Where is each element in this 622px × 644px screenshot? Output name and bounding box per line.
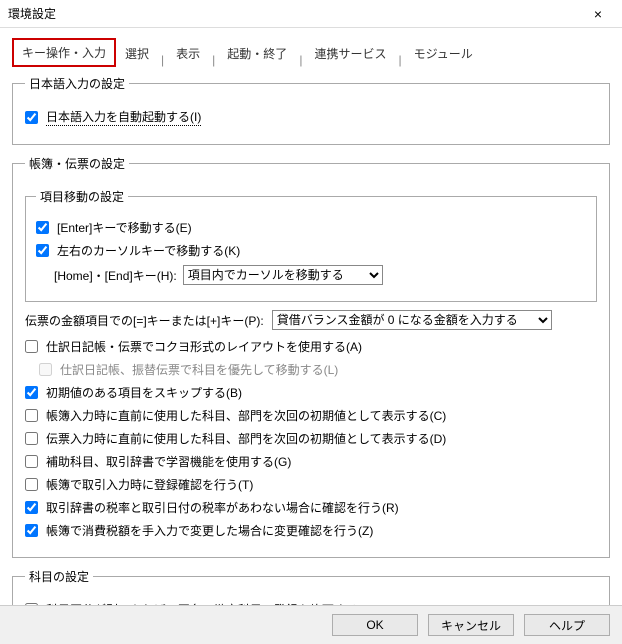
taxrate-confirm-checkbox[interactable] [25, 501, 38, 514]
arrow-move-label[interactable]: 左右のカーソルキーで移動する(K) [36, 242, 586, 259]
book-group: 帳簿・伝票の設定 項目移動の設定 [Enter]キーで移動する(E) 左右のカー… [12, 155, 610, 558]
tab-separator: | [296, 53, 305, 67]
move-group: 項目移動の設定 [Enter]キーで移動する(E) 左右のカーソルキーで移動する… [25, 188, 597, 302]
ok-button[interactable]: OK [332, 614, 418, 636]
enter-move-label[interactable]: [Enter]キーで移動する(E) [36, 219, 586, 236]
ime-autostart-text: 日本語入力を自動起動する(I) [46, 108, 201, 126]
enter-move-checkbox[interactable] [36, 221, 49, 234]
kokuyo-layout-label[interactable]: 仕訳日記帳・伝票でコクヨ形式のレイアウトを使用する(A) [25, 338, 597, 355]
amount-label: 伝票の金額項目での[=]キーまたは[+]キー(P): [25, 312, 264, 329]
prefer-account-text: 仕訳日記帳、振替伝票で科目を優先して移動する(L) [60, 361, 338, 378]
prefer-account-label: 仕訳日記帳、振替伝票で科目を優先して移動する(L) [39, 361, 597, 378]
titlebar: 環境設定 × [0, 0, 622, 28]
slip-last-used-checkbox[interactable] [25, 432, 38, 445]
tab-separator: | [395, 53, 404, 67]
home-end-label: [Home]・[End]キー(H): [54, 267, 177, 284]
kokuyo-layout-checkbox[interactable] [25, 340, 38, 353]
tab-display[interactable]: 表示 [167, 40, 209, 67]
learning-label[interactable]: 補助科目、取引辞書で学習機能を使用する(G) [25, 453, 597, 470]
close-icon[interactable]: × [578, 6, 618, 22]
account-legend: 科目の設定 [25, 568, 93, 585]
move-legend: 項目移動の設定 [36, 188, 128, 205]
home-end-row: [Home]・[End]キー(H): 項目内でカーソルを移動する [36, 265, 586, 285]
taxchange-confirm-text: 帳簿で消費税額を手入力で変更した場合に変更確認を行う(Z) [46, 522, 373, 539]
enter-move-text: [Enter]キーで移動する(E) [57, 219, 192, 236]
learning-text: 補助科目、取引辞書で学習機能を使用する(G) [46, 453, 291, 470]
arrow-move-checkbox[interactable] [36, 244, 49, 257]
tab-separator: | [209, 53, 218, 67]
register-confirm-label[interactable]: 帳簿で取引入力時に登録確認を行う(T) [25, 476, 597, 493]
ime-group: 日本語入力の設定 日本語入力を自動起動する(I) [12, 75, 610, 145]
tab-separator: | [158, 53, 167, 67]
tab-module[interactable]: モジュール [405, 40, 482, 67]
taxrate-confirm-label[interactable]: 取引辞書の税率と取引日付の税率があわない場合に確認を行う(R) [25, 499, 597, 516]
amount-combo[interactable]: 貸借バランス金額が 0 になる金額を入力する [272, 310, 552, 330]
tab-select[interactable]: 選択 [116, 40, 158, 67]
skip-default-checkbox[interactable] [25, 386, 38, 399]
help-button[interactable]: ヘルプ [524, 614, 610, 636]
home-end-combo[interactable]: 項目内でカーソルを移動する [183, 265, 383, 285]
prefer-account-checkbox [39, 363, 52, 376]
ledger-last-used-checkbox[interactable] [25, 409, 38, 422]
cancel-button[interactable]: キャンセル [428, 614, 514, 636]
taxrate-confirm-text: 取引辞書の税率と取引日付の税率があわない場合に確認を行う(R) [46, 499, 399, 516]
ledger-last-used-label[interactable]: 帳簿入力時に直前に使用した科目、部門を次回の初期値として表示する(C) [25, 407, 597, 424]
book-legend: 帳簿・伝票の設定 [25, 155, 129, 172]
ime-legend: 日本語入力の設定 [25, 75, 129, 92]
button-bar: OK キャンセル ヘルプ [0, 605, 622, 644]
learning-checkbox[interactable] [25, 455, 38, 468]
ime-autostart-checkbox[interactable] [25, 111, 38, 124]
amount-row: 伝票の金額項目での[=]キーまたは[+]キー(P): 貸借バランス金額が 0 に… [25, 310, 597, 330]
register-confirm-text: 帳簿で取引入力時に登録確認を行う(T) [46, 476, 253, 493]
slip-last-used-label[interactable]: 伝票入力時に直前に使用した科目、部門を次回の初期値として表示する(D) [25, 430, 597, 447]
window-title: 環境設定 [8, 5, 56, 22]
skip-default-label[interactable]: 初期値のある項目をスキップする(B) [25, 384, 597, 401]
tab-key-input[interactable]: キー操作・入力 [12, 38, 116, 67]
kokuyo-layout-text: 仕訳日記帳・伝票でコクヨ形式のレイアウトを使用する(A) [46, 338, 362, 355]
ledger-last-used-text: 帳簿入力時に直前に使用した科目、部門を次回の初期値として表示する(C) [46, 407, 446, 424]
ime-autostart-label[interactable]: 日本語入力を自動起動する(I) [25, 108, 597, 126]
taxchange-confirm-label[interactable]: 帳簿で消費税額を手入力で変更した場合に変更確認を行う(Z) [25, 522, 597, 539]
slip-last-used-text: 伝票入力時に直前に使用した科目、部門を次回の初期値として表示する(D) [46, 430, 446, 447]
register-confirm-checkbox[interactable] [25, 478, 38, 491]
skip-default-text: 初期値のある項目をスキップする(B) [46, 384, 242, 401]
tab-link-service[interactable]: 連携サービス [305, 40, 395, 67]
tab-strip: キー操作・入力 選択 | 表示 | 起動・終了 | 連携サービス | モジュール [12, 38, 610, 67]
client-area: キー操作・入力 選択 | 表示 | 起動・終了 | 連携サービス | モジュール… [0, 28, 622, 637]
taxchange-confirm-checkbox[interactable] [25, 524, 38, 537]
arrow-move-text: 左右のカーソルキーで移動する(K) [57, 242, 240, 259]
tab-startup[interactable]: 起動・終了 [218, 40, 296, 67]
